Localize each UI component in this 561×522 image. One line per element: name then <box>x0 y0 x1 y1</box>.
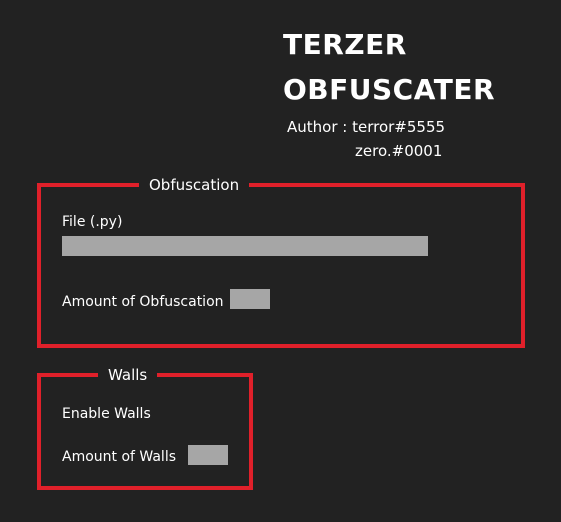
author-credit-line-2: zero.#0001 <box>355 142 443 160</box>
obfuscation-amount-input[interactable] <box>230 289 270 309</box>
walls-group: Walls Enable Walls Amount of Walls <box>37 368 253 490</box>
app-title-line-2: OBFUSCATER <box>283 73 496 106</box>
file-path-input[interactable] <box>62 236 428 256</box>
obfuscation-amount-label: Amount of Obfuscation <box>62 294 224 310</box>
obfuscation-group-label: Obfuscation <box>139 178 250 193</box>
obfuscation-group: Obfuscation File (.py) Amount of Obfusca… <box>37 178 525 348</box>
app-title-line-1: TERZER <box>283 28 407 61</box>
file-label: File (.py) <box>62 214 123 230</box>
walls-amount-input[interactable] <box>188 445 228 465</box>
walls-amount-label: Amount of Walls <box>62 449 177 465</box>
walls-group-label: Walls <box>98 368 158 383</box>
author-credit-line-1: Author : terror#5555 <box>287 118 446 136</box>
enable-walls-label[interactable]: Enable Walls <box>62 407 151 421</box>
